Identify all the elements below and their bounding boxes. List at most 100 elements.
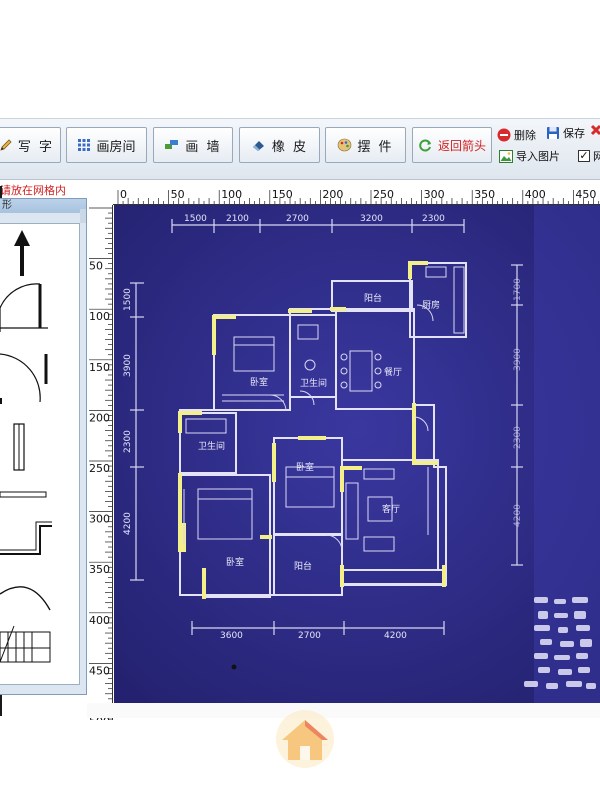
door-arc-shape[interactable] (0, 283, 48, 332)
import-image-label: 导入图片 (516, 150, 560, 163)
dim-top-5: 2300 (422, 214, 445, 224)
wall-segment-shape[interactable] (0, 491, 47, 498)
eraser-button[interactable]: 橡 皮 (239, 127, 320, 163)
draw-room-button[interactable]: 画房间 (66, 127, 147, 163)
delete-label: 删除 (514, 129, 536, 142)
delete-button[interactable]: 删除 (497, 127, 536, 143)
ruler-top-label: 150 (272, 188, 293, 201)
ruler-top-label: 100 (221, 188, 242, 201)
place-item-label: 摆 件 (357, 139, 394, 155)
ruler-left-label: 100 (89, 310, 110, 323)
ruler-left-label: 200 (89, 411, 110, 424)
ruler-top-label: 400 (525, 188, 546, 201)
wall-icon (165, 140, 179, 149)
shape-palette-drawing (0, 230, 52, 663)
ruler-left-ticks: 50100150200250300350400450500 (89, 207, 112, 720)
back-arrow-label: 返回箭头 (437, 138, 486, 153)
dim-top-4: 3200 (360, 214, 383, 224)
drawing-canvas[interactable]: 1500 2100 2700 3200 2300 3600 2700 4200 … (114, 205, 600, 703)
save-label: 保存 (563, 127, 585, 140)
back-arrow-button[interactable]: 返回箭头 (412, 127, 492, 163)
house-logo-watermark (276, 710, 334, 768)
ruler-top: 0 50 100 150 200 250 300 350 400 450 (113, 186, 600, 205)
ruler-top-label: 200 (322, 188, 343, 201)
toolbar: 写 字 画房间 画 墙 橡 皮 摆 件 返回箭头 删除 保存 导入图片 ✓ 网 (0, 118, 600, 180)
ruler-top-label: 350 (474, 188, 495, 201)
grid-checkbox-box[interactable]: ✓ (578, 150, 590, 162)
place-item-button[interactable]: 摆 件 (325, 127, 406, 163)
ruler-left: 50100150200250300350400450500 (87, 205, 113, 720)
ruler-top-label: 250 (373, 188, 394, 201)
ruler-left-label: 250 (89, 462, 110, 475)
canvas-bottom-bar (87, 703, 600, 718)
shape-panel-title: 形 (0, 199, 86, 213)
dim-bottom-3: 4200 (384, 631, 407, 641)
room-label-bedroom-3: 卧室 (226, 556, 244, 568)
ruler-left-label: 400 (89, 614, 110, 627)
dim-bottom-2: 2700 (298, 631, 321, 641)
dim-right-4: 4200 (513, 504, 523, 527)
room-label-dining: 餐厅 (384, 366, 402, 378)
dim-top-3: 2700 (286, 214, 309, 224)
placement-hint: 请放在网格内 (0, 184, 66, 197)
palette-icon (338, 138, 352, 152)
corner-wall-shape[interactable] (0, 521, 52, 555)
room-label-balcony-top: 阳台 (364, 292, 382, 304)
pencil-icon (0, 139, 12, 151)
room-label-bedroom-1: 卧室 (250, 376, 268, 388)
dim-right-2: 3900 (513, 348, 523, 371)
close-button[interactable] (590, 124, 600, 136)
room-label-living: 客厅 (382, 503, 400, 515)
ruler-left-label: 150 (89, 361, 110, 374)
ruler-top-ticks: 0 50 100 150 200 250 300 350 400 450 (117, 188, 600, 204)
ruler-top-label: 0 (120, 188, 127, 201)
dim-top-2: 2100 (226, 214, 249, 224)
ruler-left-label: 50 (89, 260, 103, 273)
room-label-kitchen: 厨房 (422, 299, 440, 311)
shape-panel-scrollbar[interactable] (80, 209, 86, 223)
draw-room-label: 画房间 (96, 139, 136, 155)
ruler-left-label: 450 (89, 664, 110, 677)
room-label-bedroom-2: 卧室 (296, 461, 314, 473)
door-swing-shape[interactable] (0, 353, 48, 404)
eraser-icon (252, 141, 264, 151)
floor-plan-image: 1500 2100 2700 3200 2300 3600 2700 4200 … (114, 205, 600, 703)
window-shape[interactable] (13, 423, 25, 471)
save-button[interactable]: 保存 (546, 125, 585, 141)
delete-icon (497, 128, 511, 142)
curve-shape[interactable] (0, 586, 51, 611)
grid-checkbox[interactable]: ✓ 网 (578, 148, 600, 164)
grid-checkbox-label: 网 (593, 150, 600, 163)
refresh-arrow-icon (419, 139, 431, 151)
close-icon (590, 124, 600, 136)
shape-palette (0, 223, 80, 685)
dim-right-3: 2300 (513, 426, 523, 449)
save-disk-icon (547, 127, 559, 139)
grid-room-icon (78, 139, 91, 151)
ruler-top-label: 450 (575, 188, 596, 201)
shape-panel: 形 (0, 198, 87, 695)
ruler-left-label: 300 (89, 513, 110, 526)
room-label-bathroom-2: 卫生间 (198, 440, 225, 452)
stairs-shape[interactable] (0, 625, 51, 663)
room-label-balcony-bottom: 阳台 (294, 560, 312, 572)
dim-right-1: 1700 (513, 278, 523, 301)
dim-bottom-1: 3600 (220, 631, 243, 641)
draw-wall-label: 画 墙 (185, 139, 222, 155)
dim-left-2: 3900 (123, 354, 133, 377)
room-label-bathroom-1: 卫生间 (300, 377, 327, 389)
ruler-top-label: 50 (171, 188, 185, 201)
ruler-top-label: 300 (424, 188, 445, 201)
import-image-button[interactable]: 导入图片 (499, 148, 560, 164)
dim-left-3: 2300 (123, 430, 133, 453)
ruler-left-label: 350 (89, 563, 110, 576)
dim-left-1: 1500 (123, 288, 133, 311)
eraser-label: 橡 皮 (271, 139, 309, 155)
image-icon (499, 149, 513, 163)
dim-top-1: 1500 (184, 214, 207, 224)
arrow-shape[interactable] (14, 230, 30, 276)
write-text-label: 写 字 (17, 139, 55, 155)
write-text-button[interactable]: 写 字 (0, 127, 61, 163)
draw-wall-button[interactable]: 画 墙 (153, 127, 233, 163)
dim-left-4: 4200 (123, 512, 133, 535)
